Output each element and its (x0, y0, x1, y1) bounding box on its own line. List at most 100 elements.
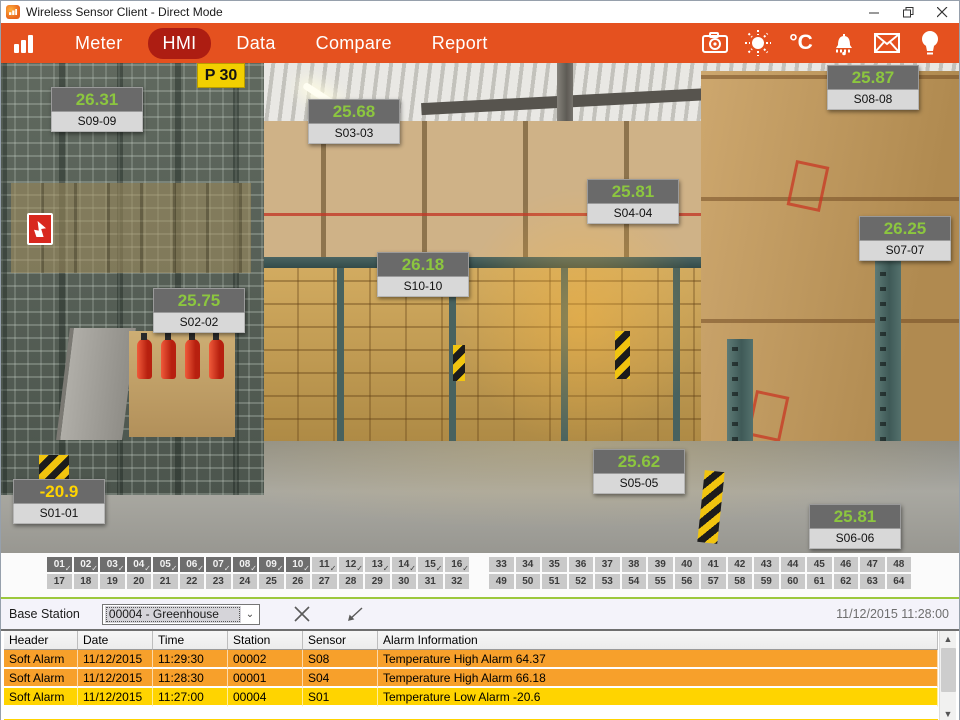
channel-cell-42[interactable]: 42 (728, 557, 753, 572)
channel-cell-55[interactable]: 55 (648, 574, 673, 589)
channel-cell-48[interactable]: 48 (887, 557, 912, 572)
sensor-tag-s08-08[interactable]: 25.87S08-08 (827, 65, 919, 110)
clear-button[interactable] (290, 603, 314, 625)
channel-cell-25[interactable]: 25 (259, 574, 284, 589)
channel-cell-57[interactable]: 57 (701, 574, 726, 589)
edit-pencil-icon[interactable] (344, 603, 368, 625)
sun-icon[interactable] (743, 29, 773, 57)
sensor-tag-s05-05[interactable]: 25.62S05-05 (593, 449, 685, 494)
tab-meter[interactable]: Meter (60, 28, 138, 59)
chevron-down-icon[interactable]: ⌄ (241, 609, 259, 620)
channel-cell-10[interactable]: 10✓ (286, 557, 311, 572)
channel-cell-13[interactable]: 13✓ (365, 557, 390, 572)
close-button[interactable] (925, 1, 959, 23)
tab-report[interactable]: Report (417, 28, 503, 59)
celsius-icon[interactable]: °C (786, 29, 816, 57)
alarm-row[interactable]: Soft Alarm11/12/201511:27:0000004S01Temp… (4, 688, 938, 707)
channel-cell-30[interactable]: 30 (392, 574, 417, 589)
channel-cell-46[interactable]: 46 (834, 557, 859, 572)
channel-cell-51[interactable]: 51 (542, 574, 567, 589)
channel-cell-19[interactable]: 19 (100, 574, 125, 589)
channel-cell-12[interactable]: 12✓ (339, 557, 364, 572)
channel-cell-61[interactable]: 61 (807, 574, 832, 589)
channel-cell-59[interactable]: 59 (754, 574, 779, 589)
column-header-header[interactable]: Header (4, 631, 78, 650)
channel-cell-01[interactable]: 01✓ (47, 557, 72, 572)
channel-cell-37[interactable]: 37 (595, 557, 620, 572)
channel-cell-26[interactable]: 26 (286, 574, 311, 589)
tab-data[interactable]: Data (221, 28, 290, 59)
channel-cell-44[interactable]: 44 (781, 557, 806, 572)
channel-cell-47[interactable]: 47 (860, 557, 885, 572)
alarm-row[interactable]: Soft Alarm11/12/201511:29:3000002S08Temp… (4, 650, 938, 669)
channel-cell-32[interactable]: 32 (445, 574, 470, 589)
channel-cell-50[interactable]: 50 (516, 574, 541, 589)
sensor-tag-s04-04[interactable]: 25.81S04-04 (587, 179, 679, 224)
sensor-tag-s06-06[interactable]: 25.81S06-06 (809, 504, 901, 549)
channel-cell-41[interactable]: 41 (701, 557, 726, 572)
channel-cell-07[interactable]: 07✓ (206, 557, 231, 572)
lightbulb-icon[interactable] (915, 29, 945, 57)
channel-cell-38[interactable]: 38 (622, 557, 647, 572)
base-station-select[interactable]: 00004 - Greenhouse ⌄ (102, 604, 260, 625)
channel-cell-03[interactable]: 03✓ (100, 557, 125, 572)
channel-cell-18[interactable]: 18 (74, 574, 99, 589)
channel-cell-58[interactable]: 58 (728, 574, 753, 589)
channel-cell-31[interactable]: 31 (418, 574, 443, 589)
channel-cell-09[interactable]: 09✓ (259, 557, 284, 572)
channel-cell-05[interactable]: 05✓ (153, 557, 178, 572)
column-header-time[interactable]: Time (153, 631, 228, 650)
channel-cell-62[interactable]: 62 (834, 574, 859, 589)
channel-cell-16[interactable]: 16✓ (445, 557, 470, 572)
channel-cell-29[interactable]: 29 (365, 574, 390, 589)
column-header-station[interactable]: Station (228, 631, 303, 650)
channel-cell-45[interactable]: 45 (807, 557, 832, 572)
channel-cell-49[interactable]: 49 (489, 574, 514, 589)
sensor-tag-s09-09[interactable]: 26.31S09-09 (51, 87, 143, 132)
channel-cell-54[interactable]: 54 (622, 574, 647, 589)
channel-cell-63[interactable]: 63 (860, 574, 885, 589)
channel-cell-15[interactable]: 15✓ (418, 557, 443, 572)
channel-cell-34[interactable]: 34 (516, 557, 541, 572)
scroll-up-button[interactable]: ▲ (940, 631, 956, 646)
sensor-tag-s03-03[interactable]: 25.68S03-03 (308, 99, 400, 144)
channel-cell-11[interactable]: 11✓ (312, 557, 337, 572)
camera-icon[interactable] (700, 29, 730, 57)
channel-cell-40[interactable]: 40 (675, 557, 700, 572)
scroll-down-button[interactable]: ▼ (940, 706, 956, 720)
restore-button[interactable] (891, 1, 925, 23)
tab-hmi[interactable]: HMI (148, 28, 212, 59)
sensor-tag-s10-10[interactable]: 26.18S10-10 (377, 252, 469, 297)
channel-cell-21[interactable]: 21 (153, 574, 178, 589)
channel-cell-53[interactable]: 53 (595, 574, 620, 589)
alarm-row[interactable]: Soft Alarm11/12/201511:28:3000001S04Temp… (4, 669, 938, 688)
channel-cell-08[interactable]: 08✓ (233, 557, 258, 572)
sensor-tag-s07-07[interactable]: 26.25S07-07 (859, 216, 951, 261)
sensor-tag-s02-02[interactable]: 25.75S02-02 (153, 288, 245, 333)
channel-cell-14[interactable]: 14✓ (392, 557, 417, 572)
channel-cell-24[interactable]: 24 (233, 574, 258, 589)
channel-cell-04[interactable]: 04✓ (127, 557, 152, 572)
channel-cell-06[interactable]: 06✓ (180, 557, 205, 572)
channel-cell-36[interactable]: 36 (569, 557, 594, 572)
column-header-sensor[interactable]: Sensor (303, 631, 378, 650)
channel-cell-33[interactable]: 33 (489, 557, 514, 572)
alarm-bell-icon[interactable] (829, 29, 859, 57)
column-header-date[interactable]: Date (78, 631, 153, 650)
channel-cell-02[interactable]: 02✓ (74, 557, 99, 572)
channel-cell-35[interactable]: 35 (542, 557, 567, 572)
channel-cell-23[interactable]: 23 (206, 574, 231, 589)
tab-compare[interactable]: Compare (301, 28, 407, 59)
table-scrollbar[interactable]: ▲ ▼ (939, 631, 956, 720)
mail-icon[interactable] (872, 29, 902, 57)
channel-cell-28[interactable]: 28 (339, 574, 364, 589)
channel-cell-60[interactable]: 60 (781, 574, 806, 589)
channel-cell-39[interactable]: 39 (648, 557, 673, 572)
minimize-button[interactable] (857, 1, 891, 23)
channel-cell-22[interactable]: 22 (180, 574, 205, 589)
scroll-thumb[interactable] (941, 648, 956, 692)
channel-cell-64[interactable]: 64 (887, 574, 912, 589)
channel-cell-27[interactable]: 27 (312, 574, 337, 589)
channel-cell-43[interactable]: 43 (754, 557, 779, 572)
channel-cell-17[interactable]: 17 (47, 574, 72, 589)
